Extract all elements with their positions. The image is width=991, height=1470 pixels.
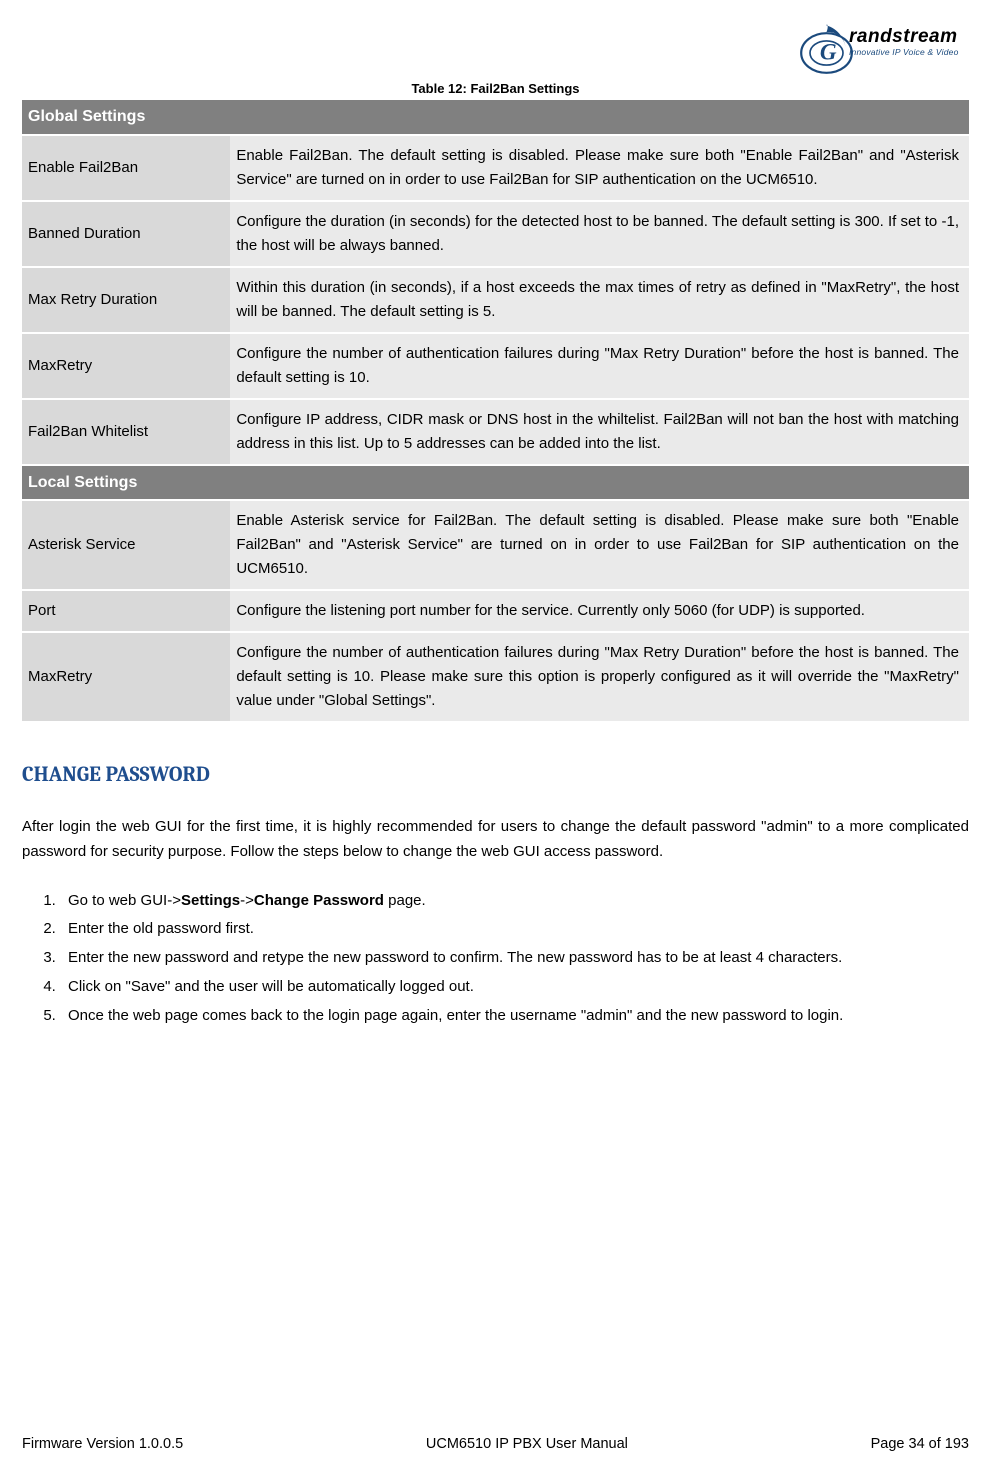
footer-title: UCM6510 IP PBX User Manual — [426, 1436, 628, 1452]
section-header-local: Local Settings — [22, 466, 969, 500]
step-bold: Settings — [181, 892, 240, 909]
setting-label: Port — [22, 591, 230, 631]
step-bold: Change Password — [254, 892, 384, 909]
setting-desc: Configure the listening port number for … — [230, 591, 969, 631]
table-row: Max Retry Duration Within this duration … — [22, 268, 969, 332]
setting-desc: Enable Fail2Ban. The default setting is … — [230, 136, 969, 200]
table-row: Port Configure the listening port number… — [22, 591, 969, 631]
page-footer: Firmware Version 1.0.0.5 UCM6510 IP PBX … — [22, 1436, 969, 1452]
section-header-label: Global Settings — [22, 100, 969, 134]
step-text: Go to web GUI-> — [68, 892, 181, 909]
logo-g-icon: G — [799, 20, 854, 75]
section-header-global: Global Settings — [22, 100, 969, 134]
setting-label: Banned Duration — [22, 202, 230, 266]
table-row: MaxRetry Configure the number of authent… — [22, 633, 969, 721]
change-password-heading: CHANGE PASSWORD — [22, 763, 969, 787]
setting-desc: Within this duration (in seconds), if a … — [230, 268, 969, 332]
setting-label: Fail2Ban Whitelist — [22, 400, 230, 464]
setting-label: MaxRetry — [22, 633, 230, 721]
step-item: Click on "Save" and the user will be aut… — [60, 975, 969, 1000]
step-item: Go to web GUI->Settings->Change Password… — [60, 889, 969, 914]
table-row: Enable Fail2Ban Enable Fail2Ban. The def… — [22, 136, 969, 200]
step-item: Enter the old password first. — [60, 917, 969, 942]
step-text: page. — [384, 892, 426, 909]
intro-paragraph: After login the web GUI for the first ti… — [22, 815, 969, 865]
setting-desc: Enable Asterisk service for Fail2Ban. Th… — [230, 501, 969, 589]
step-item: Once the web page comes back to the logi… — [60, 1004, 969, 1029]
setting-label: MaxRetry — [22, 334, 230, 398]
svg-text:G: G — [820, 39, 837, 65]
setting-desc: Configure IP address, CIDR mask or DNS h… — [230, 400, 969, 464]
step-item: Enter the new password and retype the ne… — [60, 946, 969, 971]
table-caption: Table 12: Fail2Ban Settings — [22, 81, 969, 96]
table-row: Asterisk Service Enable Asterisk service… — [22, 501, 969, 589]
steps-list: Go to web GUI->Settings->Change Password… — [22, 889, 969, 1029]
fail2ban-settings-table: Global Settings Enable Fail2Ban Enable F… — [22, 98, 969, 723]
logo-brand-text: randstream — [849, 26, 959, 48]
logo-area: G randstream Innovative IP Voice & Video — [22, 20, 969, 75]
setting-desc: Configure the duration (in seconds) for … — [230, 202, 969, 266]
setting-label: Enable Fail2Ban — [22, 136, 230, 200]
setting-label: Max Retry Duration — [22, 268, 230, 332]
section-header-label: Local Settings — [22, 466, 969, 500]
setting-label: Asterisk Service — [22, 501, 230, 589]
table-row: Fail2Ban Whitelist Configure IP address,… — [22, 400, 969, 464]
footer-firmware: Firmware Version 1.0.0.5 — [22, 1436, 183, 1452]
table-row: MaxRetry Configure the number of authent… — [22, 334, 969, 398]
setting-desc: Configure the number of authentication f… — [230, 633, 969, 721]
table-row: Banned Duration Configure the duration (… — [22, 202, 969, 266]
brand-logo: G randstream Innovative IP Voice & Video — [799, 20, 969, 75]
footer-page: Page 34 of 193 — [871, 1436, 969, 1452]
logo-tagline: Innovative IP Voice & Video — [849, 47, 959, 57]
step-text: -> — [240, 892, 254, 909]
setting-desc: Configure the number of authentication f… — [230, 334, 969, 398]
